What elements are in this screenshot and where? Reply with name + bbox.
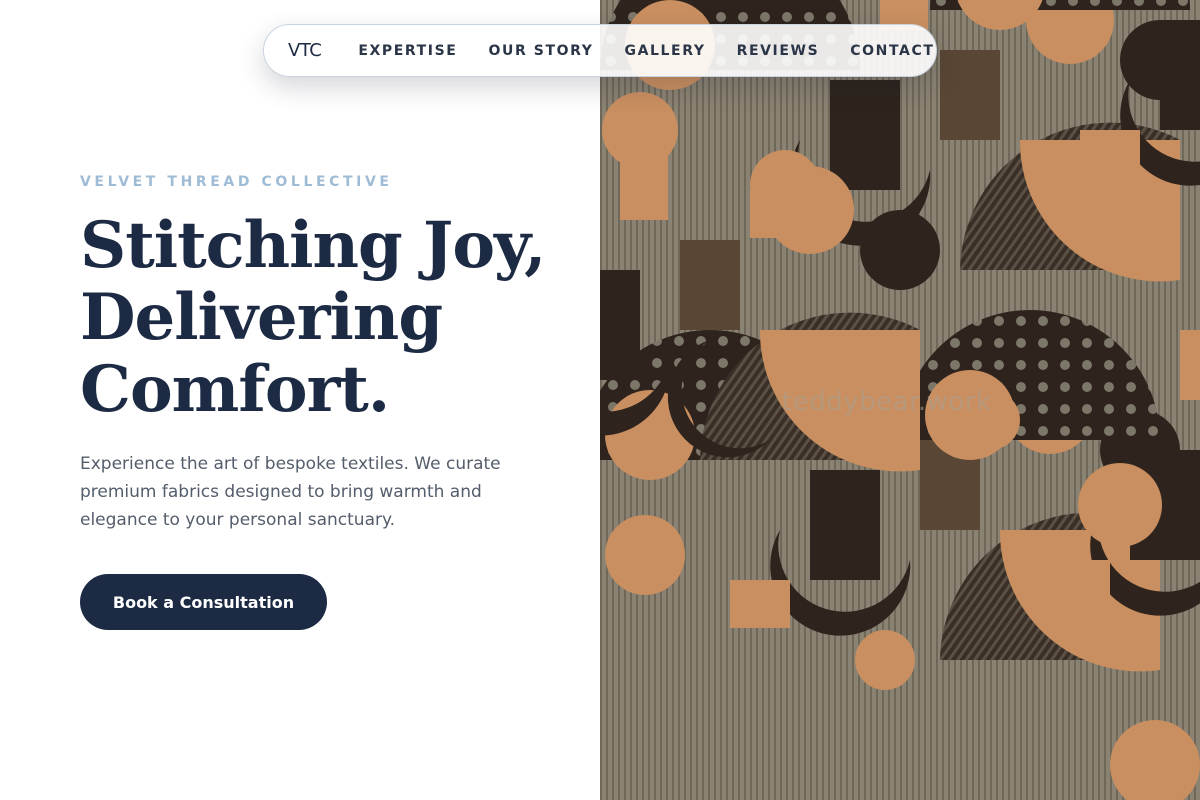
nav-link-reviews[interactable]: REVIEWS (737, 43, 820, 59)
nav-link-our-story[interactable]: OUR STORY (488, 43, 593, 59)
nav-links: EXPERTISE OUR STORY GALLERY REVIEWS CONT… (358, 43, 934, 59)
brand-logo[interactable]: VTC (288, 40, 322, 61)
top-navigation: VTC EXPERTISE OUR STORY GALLERY REVIEWS … (263, 24, 937, 77)
headline-line-1: Stitching Joy, (80, 208, 546, 283)
headline-line-3: Comfort. (80, 352, 390, 427)
hero-description: Experience the art of bespoke textiles. … (80, 454, 501, 530)
hero-headline: Stitching Joy, Delivering Comfort. (80, 210, 580, 426)
nav-link-contact[interactable]: CONTACT (850, 43, 934, 59)
hero-fabric-image (600, 0, 1200, 800)
nav-link-gallery[interactable]: GALLERY (624, 43, 705, 59)
headline-line-2: Delivering (80, 280, 443, 355)
book-consultation-button[interactable]: Book a Consultation (80, 574, 327, 630)
nav-link-expertise[interactable]: EXPERTISE (358, 43, 457, 59)
hero-text-panel: VELVET THREAD COLLECTIVE Stitching Joy, … (0, 0, 600, 800)
brand-eyebrow: VELVET THREAD COLLECTIVE (80, 174, 393, 190)
fabric-pattern-graphic (600, 0, 1200, 800)
